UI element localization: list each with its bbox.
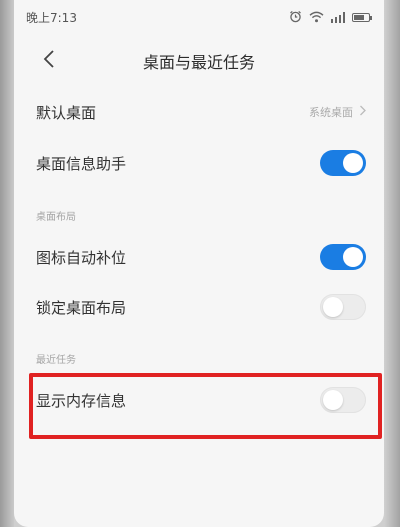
default-desktop-label: 默认桌面: [36, 103, 97, 122]
page-title: 桌面与最近任务: [142, 53, 255, 72]
chevron-right-icon: [359, 105, 366, 119]
device-bezel-left: [0, 0, 14, 527]
toggle-knob: [343, 153, 363, 173]
lock-layout-label: 锁定桌面布局: [36, 298, 127, 317]
alarm-icon: [289, 8, 302, 27]
section-header-desktop-layout: 桌面布局: [36, 212, 76, 223]
auto-fill-icons-toggle[interactable]: [320, 244, 366, 270]
auto-fill-icons-row: 图标自动补位: [14, 232, 384, 282]
default-desktop-value: 系统桌面: [309, 106, 353, 119]
lock-layout-row: 锁定桌面布局: [14, 282, 384, 332]
status-bar: 晚上7:13: [14, 0, 384, 34]
highlight-annotation-box: [29, 373, 382, 439]
status-icons: [289, 8, 372, 27]
wifi-icon: [309, 8, 324, 27]
default-desktop-value-wrap: 系统桌面: [309, 104, 366, 120]
toggle-knob: [323, 297, 343, 317]
lock-layout-toggle[interactable]: [320, 294, 366, 320]
section-header-recent-tasks: 最近任务: [36, 355, 76, 366]
toggle-knob: [343, 247, 363, 267]
device-bezel-right: [384, 0, 400, 527]
phone-screen: 晚上7:13 桌面与最近任务 默认桌面 系统桌面 桌面信息助手 桌面布局 图标自…: [14, 0, 384, 527]
desktop-assistant-toggle[interactable]: [320, 150, 366, 176]
desktop-assistant-label: 桌面信息助手: [36, 154, 127, 173]
status-time: 晚上7:13: [26, 11, 77, 25]
auto-fill-icons-label: 图标自动补位: [36, 248, 127, 267]
default-desktop-row[interactable]: 默认桌面 系统桌面: [14, 87, 384, 137]
desktop-assistant-row: 桌面信息助手: [14, 138, 384, 188]
battery-icon: [352, 12, 372, 22]
title-bar: 桌面与最近任务: [14, 36, 384, 86]
signal-icon: [331, 11, 345, 23]
